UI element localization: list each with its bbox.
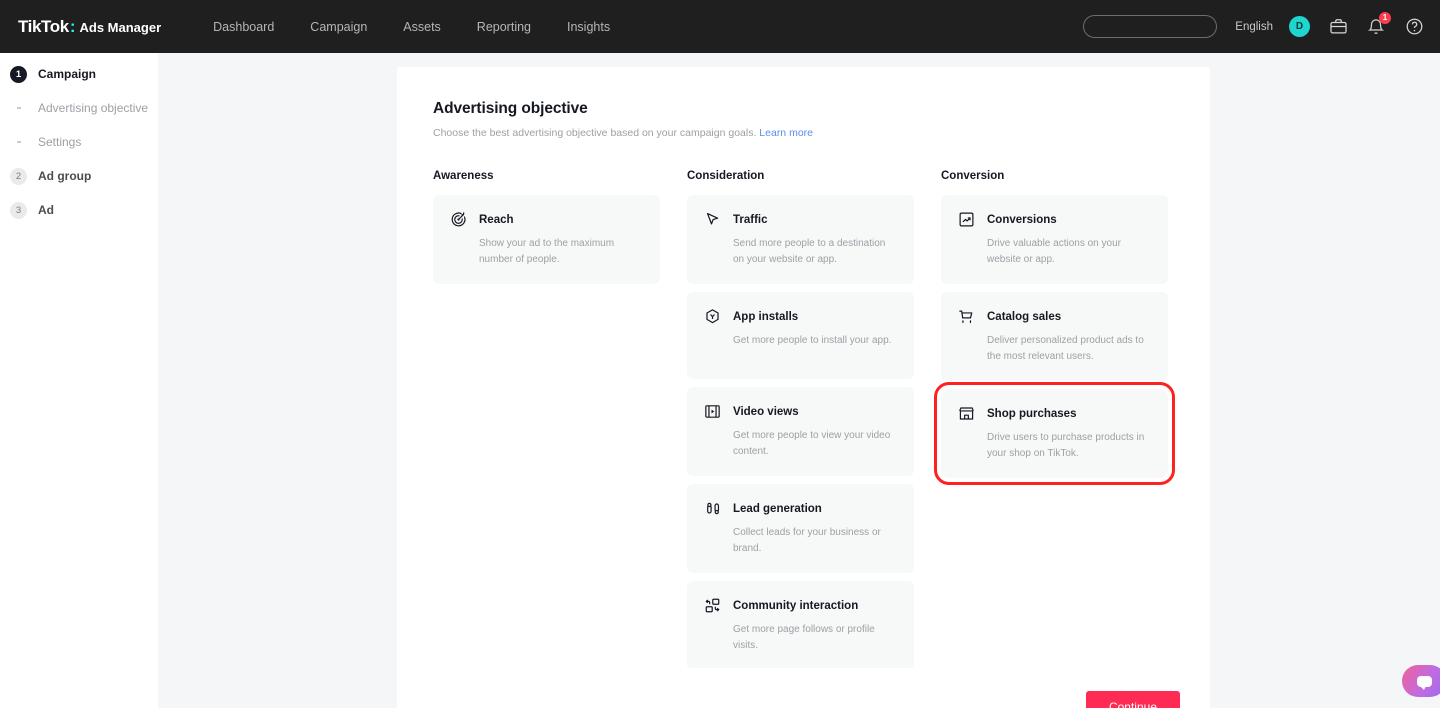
substep-dash-icon <box>10 141 27 143</box>
page-subtitle-text: Choose the best advertising objective ba… <box>433 127 757 139</box>
advertising-objective-panel: Advertising objective Choose the best ad… <box>397 67 1210 708</box>
page-subtitle: Choose the best advertising objective ba… <box>433 127 1174 139</box>
card-title-conversions: Conversions <box>987 213 1057 226</box>
objective-card-community-interaction[interactable]: Community interaction Get more page foll… <box>687 581 914 670</box>
brand-logo[interactable]: TikTok : Ads Manager <box>18 17 161 37</box>
card-desc-lead-generation: Collect leads for your business or brand… <box>733 527 881 554</box>
objective-columns: Awareness Reach Show your ad to the maxi… <box>433 170 1175 678</box>
topbar-right-cluster: English D 1 <box>1083 11 1440 38</box>
objective-card-reach[interactable]: Reach Show your ad to the maximum number… <box>433 195 660 284</box>
column-title-conversion: Conversion <box>941 170 1005 182</box>
app-install-hexagon-icon <box>704 308 721 325</box>
chat-bubble-icon[interactable] <box>1402 665 1440 697</box>
step-label-campaign: Campaign <box>38 67 97 81</box>
substep-label-advertising-objective: Advertising objective <box>38 101 149 115</box>
notification-badge: 1 <box>1379 11 1391 24</box>
card-head: Video views <box>704 403 897 420</box>
card-desc-traffic: Send more people to a destination on you… <box>733 238 886 265</box>
card-head: Shop purchases <box>958 405 1151 422</box>
card-head: Traffic <box>704 211 897 228</box>
card-title-shop-purchases: Shop purchases <box>987 407 1077 420</box>
column-title-consideration: Consideration <box>687 170 765 182</box>
card-head: Catalog sales <box>958 308 1151 325</box>
column-consideration: Consideration Traffic Send more people t… <box>687 170 914 678</box>
storefront-icon <box>958 405 975 422</box>
objective-card-lead-generation[interactable]: Lead generation Collect leads for your b… <box>687 484 914 573</box>
objective-card-traffic[interactable]: Traffic Send more people to a destinatio… <box>687 195 914 284</box>
nav-item-campaign[interactable]: Campaign <box>292 14 385 40</box>
search-input[interactable] <box>1083 15 1218 38</box>
sidebar-step-ad-group[interactable]: 2 Ad group <box>0 159 158 193</box>
substep-dash-icon <box>10 107 27 109</box>
sidebar-step-campaign[interactable]: 1 Campaign <box>0 57 158 91</box>
bell-icon[interactable]: 1 <box>1366 11 1391 37</box>
question-circle-icon[interactable] <box>1404 17 1424 37</box>
objective-card-conversions[interactable]: Conversions Drive valuable actions on yo… <box>941 195 1168 284</box>
sidebar-item-advertising-objective[interactable]: Advertising objective <box>0 91 158 125</box>
card-desc-community-interaction: Get more page follows or profile visits. <box>733 624 875 651</box>
lead-magnet-icon <box>704 500 721 517</box>
footer-action-bar: Continue <box>397 668 1210 708</box>
video-film-icon <box>704 403 721 420</box>
brand-colon: : <box>69 16 76 36</box>
chat-bubble-glyph <box>1416 675 1432 690</box>
sidebar-step-ad[interactable]: 3 Ad <box>0 193 158 227</box>
objective-card-shop-purchases[interactable]: Shop purchases Drive users to purchase p… <box>934 382 1175 485</box>
card-desc-conversions: Drive valuable actions on your website o… <box>987 238 1121 265</box>
step-label-ad-group: Ad group <box>38 169 92 183</box>
language-selector[interactable]: English <box>1235 21 1273 33</box>
target-reach-icon <box>450 211 467 228</box>
brand-product-text: Ads Manager <box>79 19 162 35</box>
card-title-community-interaction: Community interaction <box>733 599 859 612</box>
shopping-cart-icon <box>958 308 975 325</box>
step-number-2: 2 <box>10 167 27 185</box>
main-nav: Dashboard Campaign Assets Reporting Insi… <box>195 14 628 40</box>
sidebar-item-settings[interactable]: Settings <box>0 125 158 159</box>
card-title-catalog-sales: Catalog sales <box>987 310 1062 323</box>
nav-item-insights[interactable]: Insights <box>549 14 628 40</box>
community-interaction-icon <box>704 597 721 614</box>
briefcase-icon[interactable] <box>1328 17 1348 37</box>
objective-card-catalog-sales[interactable]: Catalog sales Deliver personalized produ… <box>941 292 1168 381</box>
card-title-lead-generation: Lead generation <box>733 502 822 515</box>
cursor-pointer-icon <box>704 211 721 228</box>
conversions-chart-icon <box>958 211 975 228</box>
main-content-area: Advertising objective Choose the best ad… <box>158 53 1440 708</box>
brand-tiktok-text: TikTok <box>18 16 69 36</box>
nav-item-dashboard[interactable]: Dashboard <box>195 14 292 40</box>
card-title-video-views: Video views <box>733 405 799 418</box>
substep-label-settings: Settings <box>38 135 82 149</box>
card-desc-catalog-sales: Deliver personalized product ads to the … <box>987 335 1144 362</box>
top-navigation-bar: TikTok : Ads Manager Dashboard Campaign … <box>0 0 1440 53</box>
objective-card-video-views[interactable]: Video views Get more people to view your… <box>687 387 914 476</box>
nav-item-reporting[interactable]: Reporting <box>459 14 549 40</box>
column-awareness: Awareness Reach Show your ad to the maxi… <box>433 170 660 678</box>
card-head: Reach <box>450 211 643 228</box>
page-title: Advertising objective <box>433 100 588 117</box>
step-label-ad: Ad <box>38 203 54 217</box>
campaign-steps-sidebar: 1 Campaign Advertising objective Setting… <box>0 53 158 708</box>
card-desc-video-views: Get more people to view your video conte… <box>733 430 891 457</box>
card-head: Community interaction <box>704 597 897 614</box>
nav-item-assets[interactable]: Assets <box>385 14 459 40</box>
card-desc-reach: Show your ad to the maximum number of pe… <box>479 238 615 265</box>
card-desc-shop-purchases: Drive users to purchase products in your… <box>987 432 1145 459</box>
avatar[interactable]: D <box>1289 16 1310 37</box>
card-title-traffic: Traffic <box>733 213 768 226</box>
card-head: App installs <box>704 308 897 325</box>
column-conversion: Conversion Conversions Drive valuable ac… <box>934 170 1175 678</box>
step-number-1: 1 <box>10 65 27 83</box>
continue-button[interactable]: Continue <box>1085 691 1180 708</box>
card-title-app-installs: App installs <box>733 310 799 323</box>
objective-card-app-installs[interactable]: App installs Get more people to install … <box>687 292 914 379</box>
card-head: Lead generation <box>704 500 897 517</box>
learn-more-link[interactable]: Learn more <box>759 127 813 139</box>
step-number-3: 3 <box>10 201 27 219</box>
card-head: Conversions <box>958 211 1151 228</box>
card-desc-app-installs: Get more people to install your app. <box>733 335 892 346</box>
card-title-reach: Reach <box>479 213 514 226</box>
column-title-awareness: Awareness <box>433 170 494 182</box>
